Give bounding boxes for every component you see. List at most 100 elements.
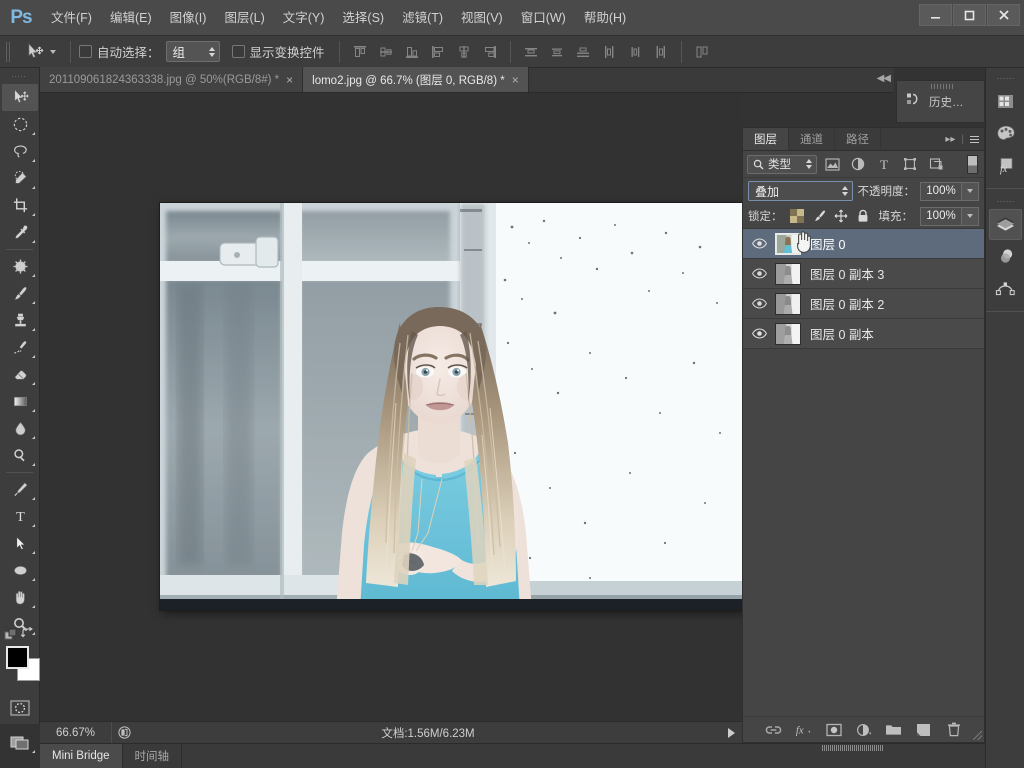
collapse-panel-icon[interactable]: ▸▸ [945, 134, 955, 145]
panel-resize-grip[interactable] [973, 731, 982, 740]
tab-timeline[interactable]: 时间轴 [123, 744, 183, 768]
tab-mini-bridge[interactable]: Mini Bridge [40, 744, 123, 768]
add-layer-mask-icon[interactable] [825, 721, 842, 738]
blend-mode-spinner-icon[interactable] [841, 186, 848, 196]
layer-visibility-toggle[interactable] [743, 298, 775, 309]
menu-filter[interactable]: 滤镜(T) [393, 7, 452, 29]
blend-mode-dropdown[interactable]: 叠加 [748, 181, 853, 201]
path-selection-tool[interactable] [2, 530, 38, 557]
swap-colors-icon[interactable] [20, 626, 34, 645]
panel-horizontal-scrollbar[interactable] [742, 744, 985, 753]
spot-healing-brush-tool[interactable] [2, 253, 38, 280]
layer-filter-spinner-icon[interactable] [806, 159, 812, 169]
gradient-tool[interactable] [2, 388, 38, 415]
lock-position-icon[interactable] [834, 209, 849, 224]
color-swatches-icon[interactable] [989, 86, 1022, 117]
lasso-tool[interactable] [2, 138, 38, 165]
crop-tool[interactable] [2, 192, 38, 219]
tab-channels[interactable]: 通道 [789, 128, 835, 150]
layer-visibility-toggle[interactable] [743, 268, 775, 279]
scrollbar-thumb[interactable] [822, 745, 884, 751]
quick-mask-icon[interactable] [2, 694, 38, 721]
distribute-horizontal-centers-icon[interactable] [623, 40, 647, 64]
close-icon[interactable]: × [286, 74, 293, 86]
foreground-color-swatch[interactable] [6, 646, 29, 669]
document-tab-2[interactable]: lomo2.jpg @ 66.7% (图层 0, RGB/8) * × [303, 67, 529, 92]
align-right-edges-icon[interactable] [478, 40, 502, 64]
fill-chevron-down-icon[interactable] [962, 206, 979, 226]
rectangular-marquee-tool[interactable] [2, 111, 38, 138]
document-canvas[interactable] [160, 203, 743, 610]
filter-adjustment-icon[interactable] [847, 154, 869, 174]
default-colors-icon[interactable] [4, 628, 18, 647]
menu-image[interactable]: 图像(I) [161, 7, 216, 29]
menu-file[interactable]: 文件(F) [42, 7, 101, 29]
lock-all-icon[interactable] [856, 209, 871, 224]
align-bottom-edges-icon[interactable] [400, 40, 424, 64]
rail-group-layers-grip[interactable] [996, 196, 1014, 206]
auto-select-spinner-icon[interactable] [208, 46, 215, 57]
menu-select[interactable]: 选择(S) [333, 7, 393, 29]
tab-layers[interactable]: 图层 [743, 128, 789, 150]
menu-window[interactable]: 窗口(W) [512, 7, 575, 29]
zoom-level-field[interactable]: 66.67% [40, 721, 112, 744]
menu-edit[interactable]: 编辑(E) [101, 7, 161, 29]
screen-mode-icon[interactable] [2, 729, 38, 756]
close-icon[interactable]: × [512, 74, 519, 86]
play-arrow-icon[interactable] [720, 727, 742, 738]
styles-fx-icon[interactable]: fx [989, 150, 1022, 181]
close-icon[interactable] [987, 4, 1020, 26]
history-brush-tool[interactable] [2, 334, 38, 361]
channels-icon[interactable] [989, 241, 1022, 272]
layer-thumbnail[interactable] [775, 322, 801, 345]
layer-style-fx-icon[interactable]: fx [795, 721, 812, 738]
align-horizontal-centers-icon[interactable] [452, 40, 476, 64]
opacity-value[interactable]: 100% [920, 181, 962, 201]
distribute-left-edges-icon[interactable] [597, 40, 621, 64]
layer-visibility-toggle[interactable] [743, 238, 775, 249]
tool-preset-chevron-down-icon[interactable] [50, 49, 56, 54]
eyedropper-tool[interactable] [2, 219, 38, 246]
fill-value[interactable]: 100% [920, 206, 962, 226]
layer-thumbnail[interactable] [775, 232, 801, 255]
layer-thumbnail[interactable] [775, 292, 801, 315]
tool-preset-picker[interactable] [18, 41, 62, 63]
auto-align-layers-icon[interactable] [690, 40, 714, 64]
lock-transparent-pixels-icon[interactable] [790, 209, 805, 224]
distribute-right-edges-icon[interactable] [649, 40, 673, 64]
auto-select-dropdown[interactable]: 组 [165, 41, 220, 62]
new-adjustment-layer-icon[interactable] [855, 721, 872, 738]
tools-panel-grip[interactable] [12, 70, 27, 82]
ellipse-tool[interactable] [2, 557, 38, 584]
rail-group-color-grip[interactable] [996, 73, 1014, 83]
table-row[interactable]: 图层 0 副本 3 [743, 259, 984, 289]
layer-name[interactable]: 图层 0 [810, 234, 845, 253]
show-transform-checkbox[interactable] [231, 45, 245, 58]
distribute-bottom-edges-icon[interactable] [571, 40, 595, 64]
new-layer-icon[interactable] [915, 721, 932, 738]
hand-tool[interactable] [2, 584, 38, 611]
table-row[interactable]: 图层 0 副本 [743, 319, 984, 349]
table-row[interactable]: 图层 0 [743, 229, 984, 259]
layer-name[interactable]: 图层 0 副本 [810, 324, 874, 343]
align-vertical-centers-icon[interactable] [374, 40, 398, 64]
document-tab-1[interactable]: 201109061824363338.jpg @ 50%(RGB/8#) * × [40, 67, 304, 92]
distribute-top-edges-icon[interactable] [519, 40, 543, 64]
history-panel-collapsed[interactable]: 历史… [896, 80, 985, 123]
filter-type-icon[interactable]: T [873, 154, 895, 174]
horizontal-type-tool[interactable]: T [2, 503, 38, 530]
eraser-tool[interactable] [2, 361, 38, 388]
layer-visibility-toggle[interactable] [743, 328, 775, 339]
align-left-edges-icon[interactable] [426, 40, 450, 64]
maximize-icon[interactable] [953, 4, 986, 26]
layer-thumbnail[interactable] [775, 262, 801, 285]
filter-pixel-icon[interactable] [821, 154, 843, 174]
minimize-icon[interactable] [919, 4, 952, 26]
opacity-chevron-down-icon[interactable] [962, 181, 979, 201]
menu-help[interactable]: 帮助(H) [575, 7, 635, 29]
clone-stamp-tool[interactable] [2, 307, 38, 334]
history-icon[interactable] [905, 91, 922, 113]
auto-select-checkbox[interactable] [79, 45, 92, 58]
filter-smart-object-icon[interactable] [925, 154, 947, 174]
blur-tool[interactable] [2, 415, 38, 442]
